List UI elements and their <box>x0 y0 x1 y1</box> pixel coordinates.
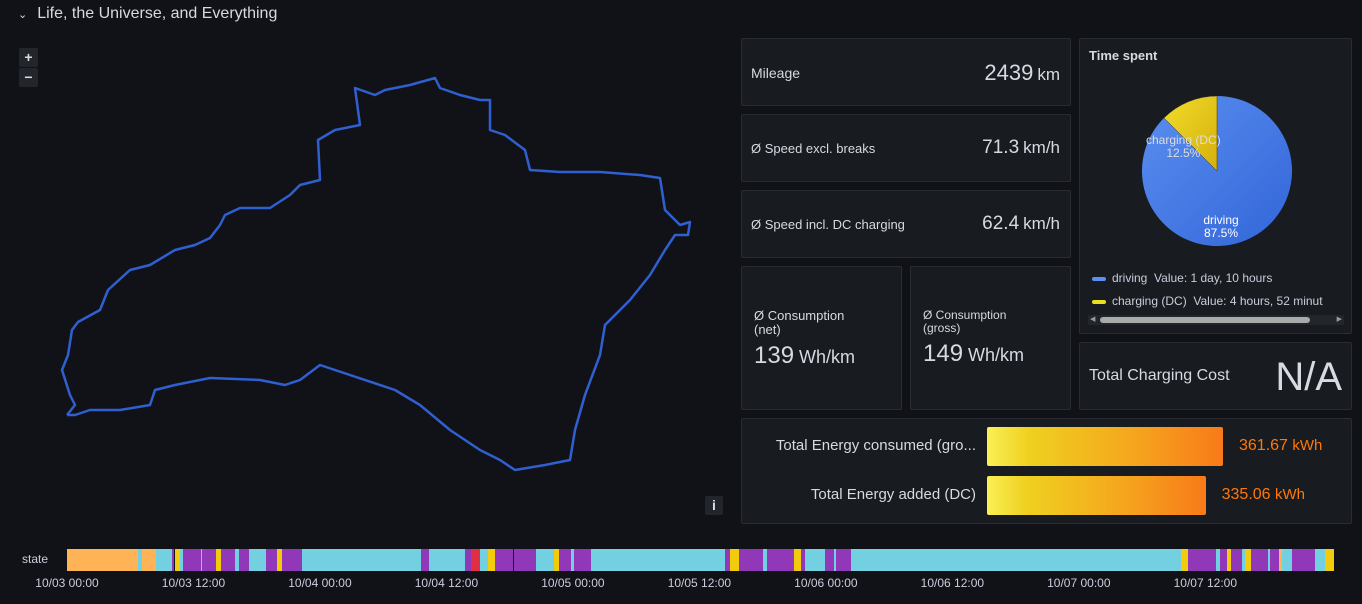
energy-value: 335.06 kWh <box>1221 486 1306 503</box>
speed-incl-panel: Ø Speed incl. DC charging 62.4 km/h <box>741 190 1071 258</box>
state-segment[interactable] <box>67 549 138 571</box>
pie-label-driving: driving 87.5% <box>1203 213 1239 240</box>
legend-value: Value: 4 hours, 52 minut <box>1193 294 1323 308</box>
route-map[interactable]: + − i <box>0 38 730 522</box>
time-axis-tick: 10/03 00:00 <box>35 576 99 590</box>
time-axis-tick: 10/04 12:00 <box>414 576 479 590</box>
state-segment[interactable] <box>480 549 488 571</box>
consumption-net-panel: Ø Consumption (net) 139 Wh/km <box>741 266 902 410</box>
state-segment[interactable] <box>1250 549 1268 571</box>
state-segment[interactable] <box>302 549 422 571</box>
state-segment[interactable] <box>155 549 173 571</box>
speed-incl-label: Ø Speed incl. DC charging <box>751 217 905 232</box>
state-segment[interactable] <box>766 549 795 571</box>
consumption-gross-label: Ø Consumption (gross) <box>923 308 1007 335</box>
state-segment[interactable] <box>739 549 763 571</box>
consumption-net-value: 139 Wh/km <box>754 342 856 369</box>
state-segment[interactable] <box>1181 549 1189 571</box>
speed-incl-value: 62.4 km/h <box>982 213 1060 234</box>
timeline-label: state <box>22 552 49 566</box>
state-segment[interactable] <box>266 549 277 571</box>
row-title: Life, the Universe, and Everything <box>37 5 278 22</box>
state-segment[interactable] <box>1325 549 1334 571</box>
energy-bar <box>987 427 1223 466</box>
row-header[interactable]: ⌄ Life, the Universe, and Everything <box>18 5 277 23</box>
state-segment[interactable] <box>536 549 554 571</box>
charging-cost-value: N/A <box>1275 355 1342 399</box>
time-axis-tick: 10/05 00:00 <box>541 576 605 590</box>
legend-label: driving <box>1112 271 1148 285</box>
state-segment[interactable] <box>1188 549 1216 571</box>
state-segment[interactable] <box>1269 549 1280 571</box>
state-segment[interactable] <box>559 549 571 571</box>
state-segment[interactable] <box>487 549 495 571</box>
time-axis-tick: 10/07 00:00 <box>1047 576 1111 590</box>
state-segment[interactable] <box>513 549 537 571</box>
energy-bar <box>987 476 1206 515</box>
scroll-left-icon[interactable]: ◀ <box>1090 315 1095 323</box>
state-segment[interactable] <box>836 549 852 571</box>
energy-label: Total Energy consumed (gro... <box>775 437 976 454</box>
state-segment[interactable] <box>1314 549 1326 571</box>
mileage-label: Mileage <box>751 65 801 81</box>
state-segment[interactable] <box>470 549 481 571</box>
route-path <box>60 76 692 472</box>
time-spent-panel: Time spent charging (DC) 12.5% driving 87.… <box>1079 38 1352 334</box>
scrollbar-thumb[interactable] <box>1100 317 1310 323</box>
charging-cost-label: Total Charging Cost <box>1089 367 1230 384</box>
scroll-right-icon[interactable]: ▶ <box>1337 315 1342 323</box>
time-axis-tick: 10/06 00:00 <box>794 576 858 590</box>
state-segment[interactable] <box>590 549 725 571</box>
state-segment[interactable] <box>421 549 429 571</box>
info-button[interactable]: i <box>705 496 723 515</box>
pie-label-charging: charging (DC) 12.5% <box>1146 133 1221 160</box>
consumption-gross-panel: Ø Consumption (gross) 149 Wh/km <box>910 266 1071 410</box>
mileage-value: 2439 km <box>984 60 1060 85</box>
state-segment[interactable] <box>1282 549 1292 571</box>
state-segment[interactable] <box>249 549 267 571</box>
state-segment[interactable] <box>1230 549 1243 571</box>
speed-excl-panel: Ø Speed excl. breaks 71.3 km/h <box>741 114 1071 182</box>
state-segment[interactable] <box>494 549 513 571</box>
energy-bargauge-panel: Total Energy consumed (gro... 361.67 kWh… <box>741 418 1352 524</box>
charging-cost-panel: Total Charging Cost N/A <box>1079 342 1352 410</box>
state-segment[interactable] <box>804 549 825 571</box>
state-segment[interactable] <box>851 549 1182 571</box>
legend-scrollbar[interactable]: ◀ ▶ <box>1088 315 1344 325</box>
state-segment[interactable] <box>182 549 201 571</box>
state-segment[interactable] <box>201 549 216 571</box>
state-segment[interactable] <box>573 549 591 571</box>
energy-label: Total Energy added (DC) <box>810 486 976 503</box>
state-segment[interactable] <box>220 549 235 571</box>
legend-item-charging[interactable]: charging (DC) Value: 4 hours, 52 minut <box>1092 294 1344 308</box>
chevron-down-icon: ⌄ <box>18 8 28 21</box>
state-segment[interactable] <box>824 549 835 571</box>
time-axis-tick: 10/05 12:00 <box>667 576 732 590</box>
mileage-panel: Mileage 2439 km <box>741 38 1071 106</box>
legend-label: charging (DC) <box>1112 294 1187 308</box>
state-segment[interactable] <box>1220 549 1228 571</box>
speed-excl-label: Ø Speed excl. breaks <box>751 141 876 156</box>
legend-value: Value: 1 day, 10 hours <box>1154 271 1273 285</box>
zoom-out-button[interactable]: − <box>19 68 38 87</box>
state-segment[interactable] <box>141 549 156 571</box>
legend-swatch <box>1092 300 1106 304</box>
state-timeline[interactable] <box>67 549 1335 571</box>
zoom-in-button[interactable]: + <box>19 48 38 67</box>
legend-swatch <box>1092 277 1106 281</box>
time-axis-tick: 10/07 12:00 <box>1173 576 1238 590</box>
state-segment[interactable] <box>238 549 250 571</box>
state-segment[interactable] <box>282 549 303 571</box>
time-axis-tick: 10/04 00:00 <box>288 576 352 590</box>
time-axis-tick: 10/06 12:00 <box>920 576 985 590</box>
time-axis-tick: 10/03 12:00 <box>161 576 226 590</box>
consumption-net-label: Ø Consumption (net) <box>754 308 845 337</box>
state-segment[interactable] <box>729 549 740 571</box>
speed-excl-value: 71.3 km/h <box>982 137 1060 158</box>
consumption-gross-value: 149 Wh/km <box>923 340 1025 367</box>
energy-value: 361.67 kWh <box>1239 437 1323 454</box>
legend-item-driving[interactable]: driving Value: 1 day, 10 hours <box>1092 271 1272 285</box>
state-segment[interactable] <box>1291 549 1315 571</box>
state-segment[interactable] <box>428 549 466 571</box>
